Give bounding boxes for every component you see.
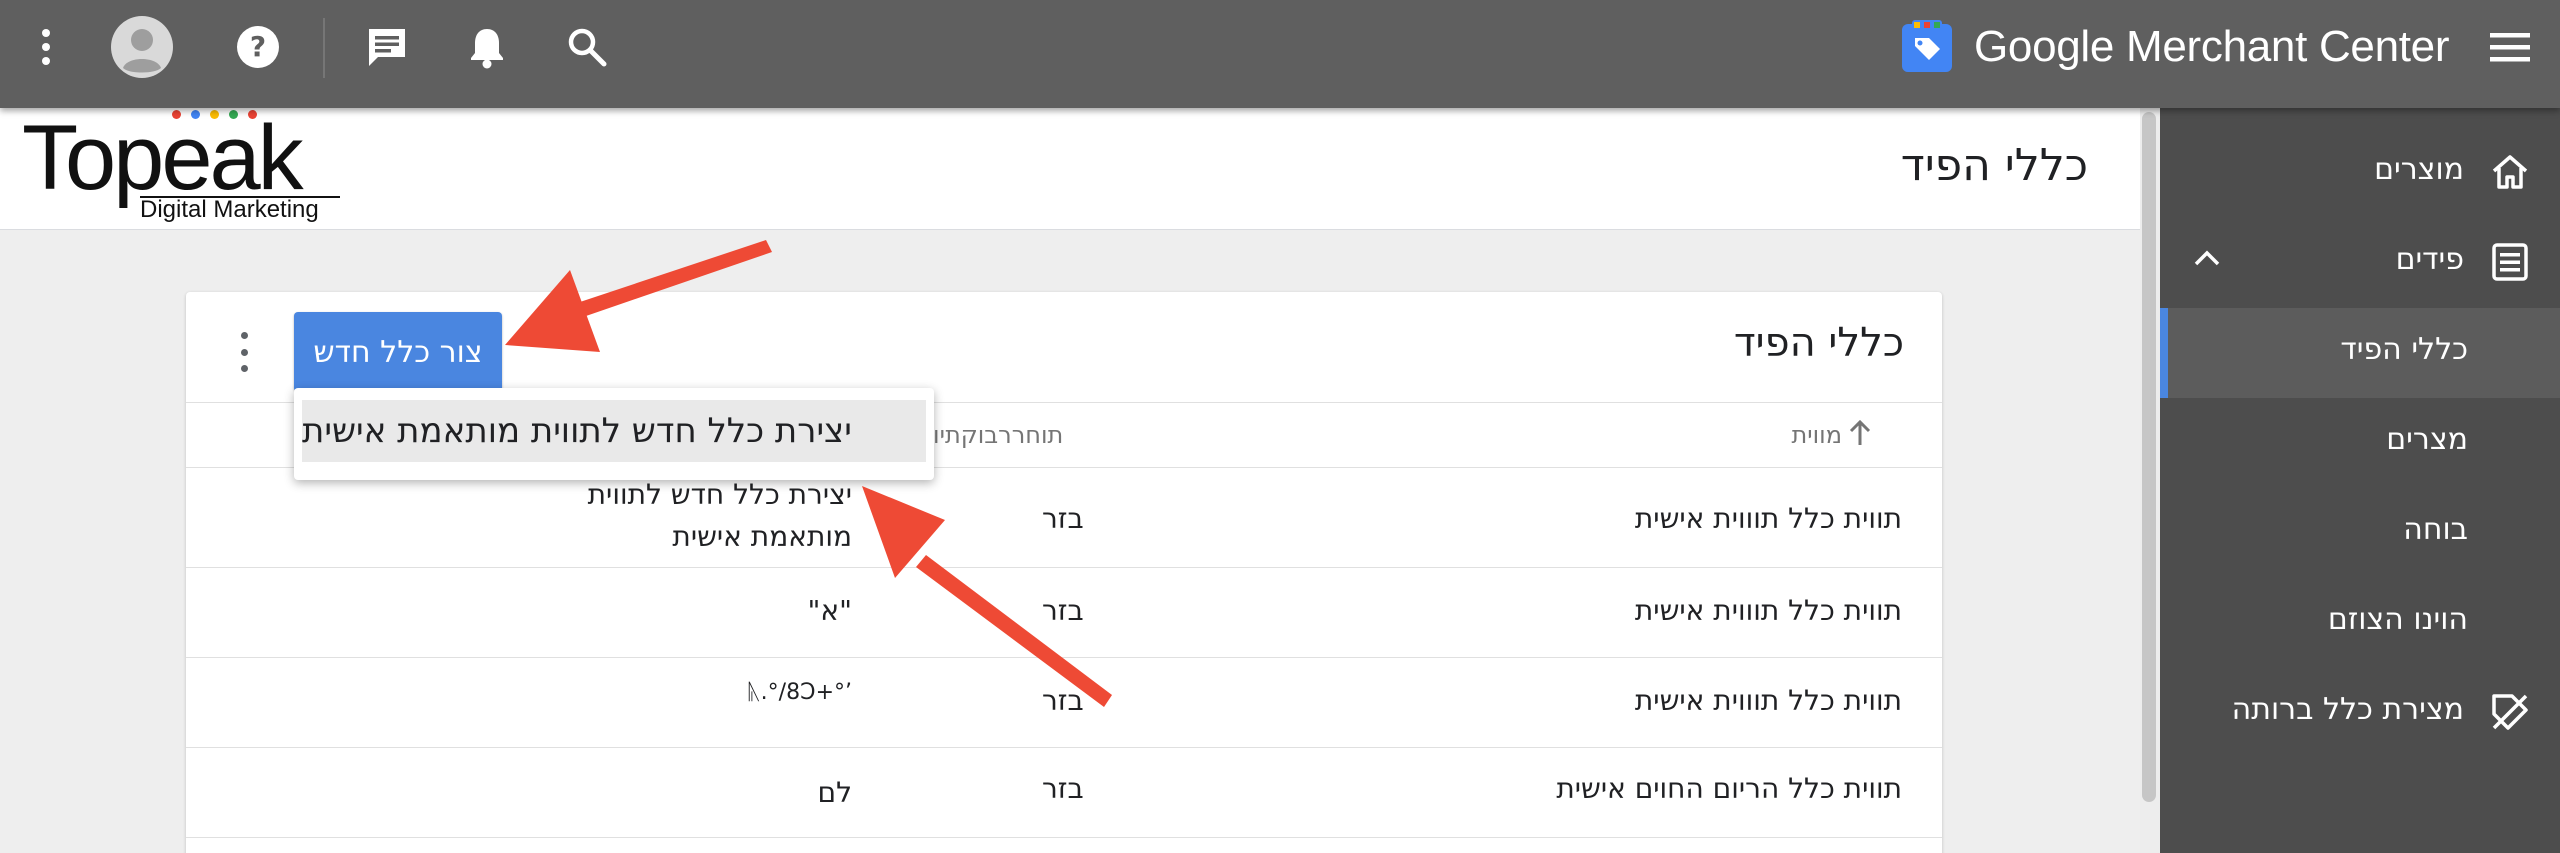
sidebar-item-products[interactable]: מוצרים — [2160, 128, 2560, 218]
sidebar-item-label: מוצרים — [2374, 152, 2464, 187]
sidebar-item-label: מצירת כלל ברותה — [2231, 692, 2464, 727]
brand-name: Google Merchant Center — [1974, 22, 2450, 71]
page-title: כללי הפיד — [1900, 140, 2088, 191]
row-status: בזר — [1042, 684, 1084, 717]
chat-icon[interactable] — [362, 0, 412, 94]
tag-off-icon — [2492, 694, 2528, 730]
toolbar-divider — [323, 18, 325, 78]
sidebar-item-create-rule[interactable]: מצירת כלל ברותה — [2160, 668, 2560, 758]
row-name: תווית כלל תוווית אישית — [1634, 594, 1902, 627]
row-name: תווית כלל תוווית אישית — [1634, 684, 1902, 717]
sidebar-item-feeds[interactable]: פידים — [2160, 218, 2560, 308]
column-header-name[interactable]: מווית — [1791, 421, 1842, 449]
row-name: תווית כלל תוווית אישית — [1634, 502, 1902, 535]
sidebar-item-feed-rules[interactable]: כללי הפיד — [2160, 308, 2560, 398]
create-rule-button[interactable]: צור כלל חדש — [294, 312, 502, 392]
row-description: ’°+ᚣ.°/8Ɔ — [747, 680, 852, 705]
table-row[interactable]: יצירת כלל חדש לתווית מותאמת אישית בזר תוו… — [186, 468, 1942, 568]
column-header-status[interactable]: תוחררבוקתיויה — [912, 421, 1063, 449]
row-name: תווית כלל הריום החוים אישית — [1556, 772, 1902, 805]
row-status: בזר — [1042, 594, 1084, 627]
brand[interactable]: Google Merchant Center — [1900, 0, 2450, 94]
hamburger-menu-icon[interactable] — [2480, 0, 2540, 94]
card-more-vert-icon[interactable] — [234, 328, 254, 376]
more-vert-icon[interactable] — [28, 0, 64, 94]
feed-list-icon — [2492, 243, 2528, 281]
sidebar-item-label: מצרים — [2386, 422, 2468, 457]
row-description: "א" — [807, 594, 852, 627]
merchant-center-logo-icon — [1902, 20, 1952, 72]
sidebar-item-hoyno[interactable]: הוינו הצוזם — [2160, 578, 2560, 668]
card-title: כללי הפיד — [1733, 320, 1904, 366]
sidebar-item-mtsrim[interactable]: מצרים — [2160, 398, 2560, 488]
logo-wordmark: Topeak — [22, 107, 304, 209]
sort-arrow-up-icon[interactable] — [1842, 415, 1878, 451]
top-app-bar: ? Google Merchant Center — [0, 0, 2560, 108]
table-row[interactable]: לם בזר תווית כלל הריום החוים אישית — [186, 748, 1942, 838]
scrollbar-thumb[interactable] — [2142, 112, 2156, 802]
row-status: בזר — [1042, 502, 1084, 535]
table-row[interactable]: ’°+ᚣ.°/8Ɔ בזר תווית כלל תוווית אישית — [186, 658, 1942, 748]
sidebar-item-bucha[interactable]: בוחה — [2160, 488, 2560, 578]
sidebar-item-label: בוחה — [2403, 512, 2468, 547]
notifications-bell-icon[interactable] — [462, 0, 512, 94]
right-sidebar-nav: מוצרים פידים כללי הפיד מצרים בוחה הוינו … — [2160, 108, 2560, 853]
sidebar-item-label: הוינו הצוזם — [2327, 602, 2468, 637]
chevron-up-icon[interactable] — [2192, 248, 2222, 268]
svg-text:?: ? — [250, 30, 266, 63]
page-header: Topeak Digital Marketing כללי הפיד — [0, 108, 2140, 230]
home-icon — [2492, 155, 2528, 189]
sidebar-item-label: פידים — [2395, 242, 2464, 277]
table-row[interactable]: "א" בזר תווית כלל תוווית אישית — [186, 568, 1942, 658]
sidebar-item-label: כללי הפיד — [2340, 332, 2468, 367]
row-status: בזר — [1042, 772, 1084, 805]
account-avatar-icon[interactable] — [110, 0, 174, 94]
topeak-logo: Topeak Digital Marketing — [22, 110, 342, 228]
row-description: לם — [817, 776, 853, 809]
logo-tagline: Digital Marketing — [140, 196, 319, 223]
create-rule-menu: יצירת כלל חדש לתווית מותאמת אישית — [294, 388, 934, 480]
feed-rules-card: צור כלל חדש כללי הפיד תוחררבוקתיויה מווי… — [186, 292, 1942, 853]
search-icon[interactable] — [560, 0, 614, 94]
help-icon[interactable]: ? — [232, 0, 284, 94]
row-description: יצירת כלל חדש לתווית מותאמת אישית — [587, 478, 852, 553]
menu-item-create-custom-label-rule[interactable]: יצירת כלל חדש לתווית מותאמת אישית — [302, 400, 926, 462]
